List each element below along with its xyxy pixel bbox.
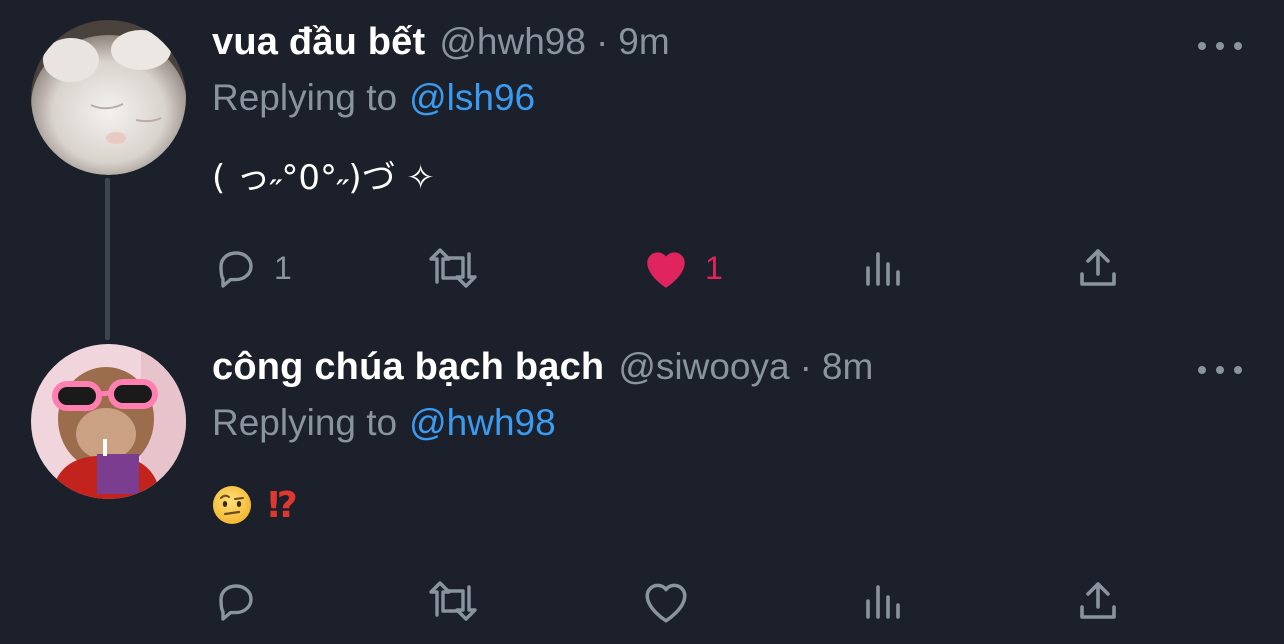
share-button[interactable]	[1074, 573, 1122, 629]
display-name[interactable]: vua đầu bết	[212, 21, 425, 64]
retweet-button[interactable]	[423, 573, 497, 629]
more-options-button[interactable]	[1198, 355, 1242, 385]
display-name[interactable]: công chúa bạch bạch	[212, 346, 604, 389]
tweet[interactable]: công chúa bạch bạch @siwooya · 8m Replyi…	[0, 330, 1284, 644]
tweet[interactable]: vua đầu bết @hwh98 · 9m Replying to @lsh9…	[0, 0, 1284, 340]
retweet-icon	[423, 244, 483, 292]
more-options-button[interactable]	[1198, 31, 1242, 61]
timestamp[interactable]: 9m	[618, 21, 669, 63]
share-button[interactable]	[1074, 240, 1122, 296]
like-button[interactable]	[641, 573, 705, 629]
analytics-button[interactable]	[858, 240, 906, 296]
replying-to-mention[interactable]: @hwh98	[409, 402, 556, 443]
more-dot	[1234, 42, 1242, 50]
replying-to-label: Replying to	[212, 77, 398, 118]
timeline: vua đầu bết @hwh98 · 9m Replying to @lsh9…	[0, 0, 1284, 644]
heart-outline-icon	[641, 577, 691, 625]
share-icon	[1074, 577, 1122, 625]
interrobang-emoji: ⁉	[268, 484, 298, 526]
tweet-header: công chúa bạch bạch @siwooya · 8m	[212, 346, 873, 396]
more-dot	[1216, 366, 1224, 374]
reply-button[interactable]	[212, 573, 274, 629]
more-dot	[1216, 42, 1224, 50]
like-count: 1	[705, 249, 723, 286]
reply-button[interactable]: 1	[212, 240, 292, 296]
heart-filled-icon	[641, 244, 691, 292]
more-dot	[1198, 366, 1206, 374]
user-handle[interactable]: @hwh98	[439, 21, 586, 63]
analytics-icon	[858, 577, 906, 625]
tweet-actions: 1 1	[0, 240, 1284, 296]
analytics-button[interactable]	[858, 573, 906, 629]
tweet-header: vua đầu bết @hwh98 · 9m	[212, 21, 670, 71]
replying-to: Replying to @hwh98	[212, 402, 556, 444]
replying-to: Replying to @lsh96	[212, 77, 535, 119]
more-dot	[1198, 42, 1206, 50]
reply-icon	[212, 577, 260, 625]
replying-to-mention[interactable]: @lsh96	[409, 77, 535, 118]
tweet-text: ( っ˶°0°˶)づ ✧	[212, 158, 435, 198]
like-button[interactable]: 1	[641, 240, 723, 296]
avatar[interactable]	[31, 344, 186, 499]
separator-dot: ·	[595, 21, 609, 62]
user-handle[interactable]: @siwooya	[618, 346, 789, 388]
reply-count: 1	[274, 249, 292, 286]
reply-icon	[212, 244, 260, 292]
avatar[interactable]	[31, 20, 186, 175]
timestamp[interactable]: 8m	[822, 346, 873, 388]
more-dot	[1234, 366, 1242, 374]
raised-eyebrow-emoji-icon	[212, 485, 252, 525]
analytics-icon	[858, 244, 906, 292]
tweet-text: ⁉	[212, 483, 298, 527]
tweet-actions	[0, 573, 1284, 629]
separator-dot: ·	[799, 346, 812, 387]
share-icon	[1074, 244, 1122, 292]
replying-to-label: Replying to	[212, 402, 398, 443]
retweet-button[interactable]	[423, 240, 497, 296]
retweet-icon	[423, 577, 483, 625]
